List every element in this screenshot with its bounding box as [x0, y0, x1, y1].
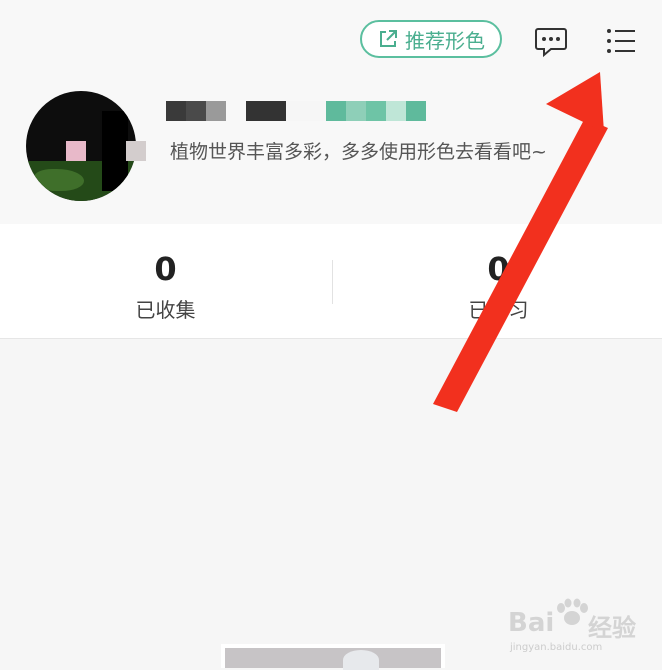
username-pixelated: [166, 101, 426, 121]
stat-collected[interactable]: 0 已收集: [0, 224, 331, 338]
plant-thumbnail-image: [225, 648, 441, 670]
recommend-button-label: 推荐形色: [405, 28, 485, 53]
flower-shape: [343, 650, 379, 670]
avatar-mosaic-block: [34, 169, 84, 191]
stat-learned-label: 已学习: [468, 298, 529, 322]
baidu-watermark: Bai 经验 jingyan.baidu.com: [508, 598, 658, 658]
message-bubble-icon[interactable]: [534, 26, 568, 58]
share-external-icon: [380, 30, 397, 47]
watermark-brand: Bai: [508, 608, 555, 638]
plant-thumbnail[interactable]: [221, 644, 445, 670]
profile-bio: 植物世界丰富多彩，多多使用形色去看看吧~: [170, 141, 547, 163]
recommend-button[interactable]: 推荐形色: [360, 20, 502, 58]
avatar-mosaic-block: [66, 141, 86, 161]
stat-learned[interactable]: 0 已学习: [333, 224, 662, 338]
stat-collected-label: 已收集: [135, 298, 196, 322]
list-menu-icon[interactable]: [606, 28, 636, 54]
profile-header: 推荐形色 植物世界丰富多彩，多多使用形色去看看吧~: [0, 0, 662, 224]
stat-learned-count: 0: [487, 250, 510, 288]
watermark-url: jingyan.baidu.com: [510, 642, 603, 653]
stats-bar: 0 已收集 0 已学习: [0, 224, 662, 339]
watermark-product: 经验: [588, 614, 636, 642]
avatar-mosaic-block: [102, 111, 128, 191]
avatar-mosaic-block: [126, 141, 146, 161]
stat-collected-count: 0: [154, 250, 177, 288]
baidu-paw-icon: [557, 598, 588, 625]
avatar[interactable]: [26, 91, 136, 201]
